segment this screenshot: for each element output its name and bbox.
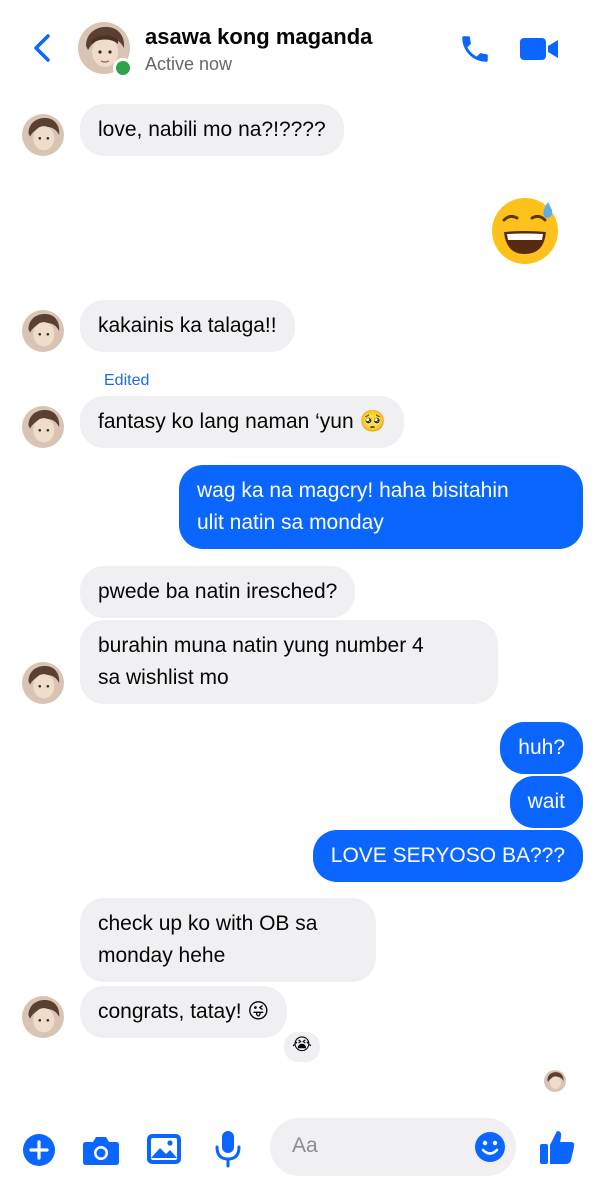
- message-line: ulit natin sa monday: [197, 511, 384, 534]
- thumbs-up-icon[interactable]: [538, 1128, 576, 1166]
- message-bubble-incoming[interactable]: burahin muna natin yung number 4 sa wish…: [80, 620, 498, 704]
- message-line: check up ko with OB sa: [98, 912, 318, 935]
- reaction-emoji: 😭: [292, 1035, 312, 1054]
- message-bubble-incoming[interactable]: check up ko with OB sa monday hehe: [80, 898, 376, 982]
- phone-icon[interactable]: [458, 32, 492, 66]
- camera-icon[interactable]: [82, 1134, 120, 1166]
- message-bubble-incoming[interactable]: love, nabili mo na?!????: [80, 104, 344, 156]
- video-camera-icon[interactable]: [518, 34, 560, 64]
- message-bubble-incoming[interactable]: congrats, tatay! 😜: [80, 986, 288, 1038]
- crying-reaction[interactable]: 😭: [282, 1030, 322, 1064]
- message-bubble-incoming[interactable]: kakainis ka talaga!!: [80, 300, 295, 352]
- message-input-placeholder: Aa: [292, 1134, 318, 1157]
- plus-icon[interactable]: [22, 1133, 56, 1167]
- message-bubble-outgoing[interactable]: huh?: [500, 722, 583, 774]
- back-chevron-icon[interactable]: [28, 30, 56, 66]
- microphone-icon[interactable]: [214, 1130, 242, 1168]
- sender-avatar[interactable]: [22, 406, 64, 448]
- contact-name[interactable]: asawa kong maganda: [145, 24, 372, 50]
- message-bubble-incoming[interactable]: pwede ba natin iresched?: [80, 566, 356, 618]
- sender-avatar[interactable]: [22, 310, 64, 352]
- active-status: Active now: [145, 54, 233, 74]
- message-bubble-outgoing[interactable]: wag ka na magcry! haha bisitahin ulit na…: [179, 465, 583, 549]
- sender-avatar[interactable]: [22, 114, 64, 156]
- message-line: wag ka na magcry! haha bisitahin: [197, 479, 509, 502]
- message-bubble-outgoing[interactable]: wait: [509, 776, 583, 828]
- message-line: burahin muna natin yung number 4: [98, 634, 424, 657]
- seen-receipt-avatar: [544, 1070, 566, 1092]
- sender-avatar[interactable]: [22, 662, 64, 704]
- edited-label[interactable]: Edited: [104, 372, 149, 390]
- sender-avatar[interactable]: [22, 996, 64, 1038]
- smiley-icon[interactable]: [474, 1131, 506, 1163]
- message-bubble-incoming[interactable]: fantasy ko lang naman ‘yun 🥺: [80, 396, 404, 448]
- message-line: sa wishlist mo: [98, 666, 229, 689]
- chat-header: asawa kong maganda Active now: [0, 0, 595, 82]
- sweat-smile-emoji-message[interactable]: [490, 196, 560, 266]
- message-line: monday hehe: [98, 944, 226, 967]
- message-bubble-outgoing[interactable]: LOVE SERYOSO BA???: [312, 830, 583, 882]
- online-status-dot: [113, 58, 133, 78]
- gallery-icon[interactable]: [146, 1133, 182, 1165]
